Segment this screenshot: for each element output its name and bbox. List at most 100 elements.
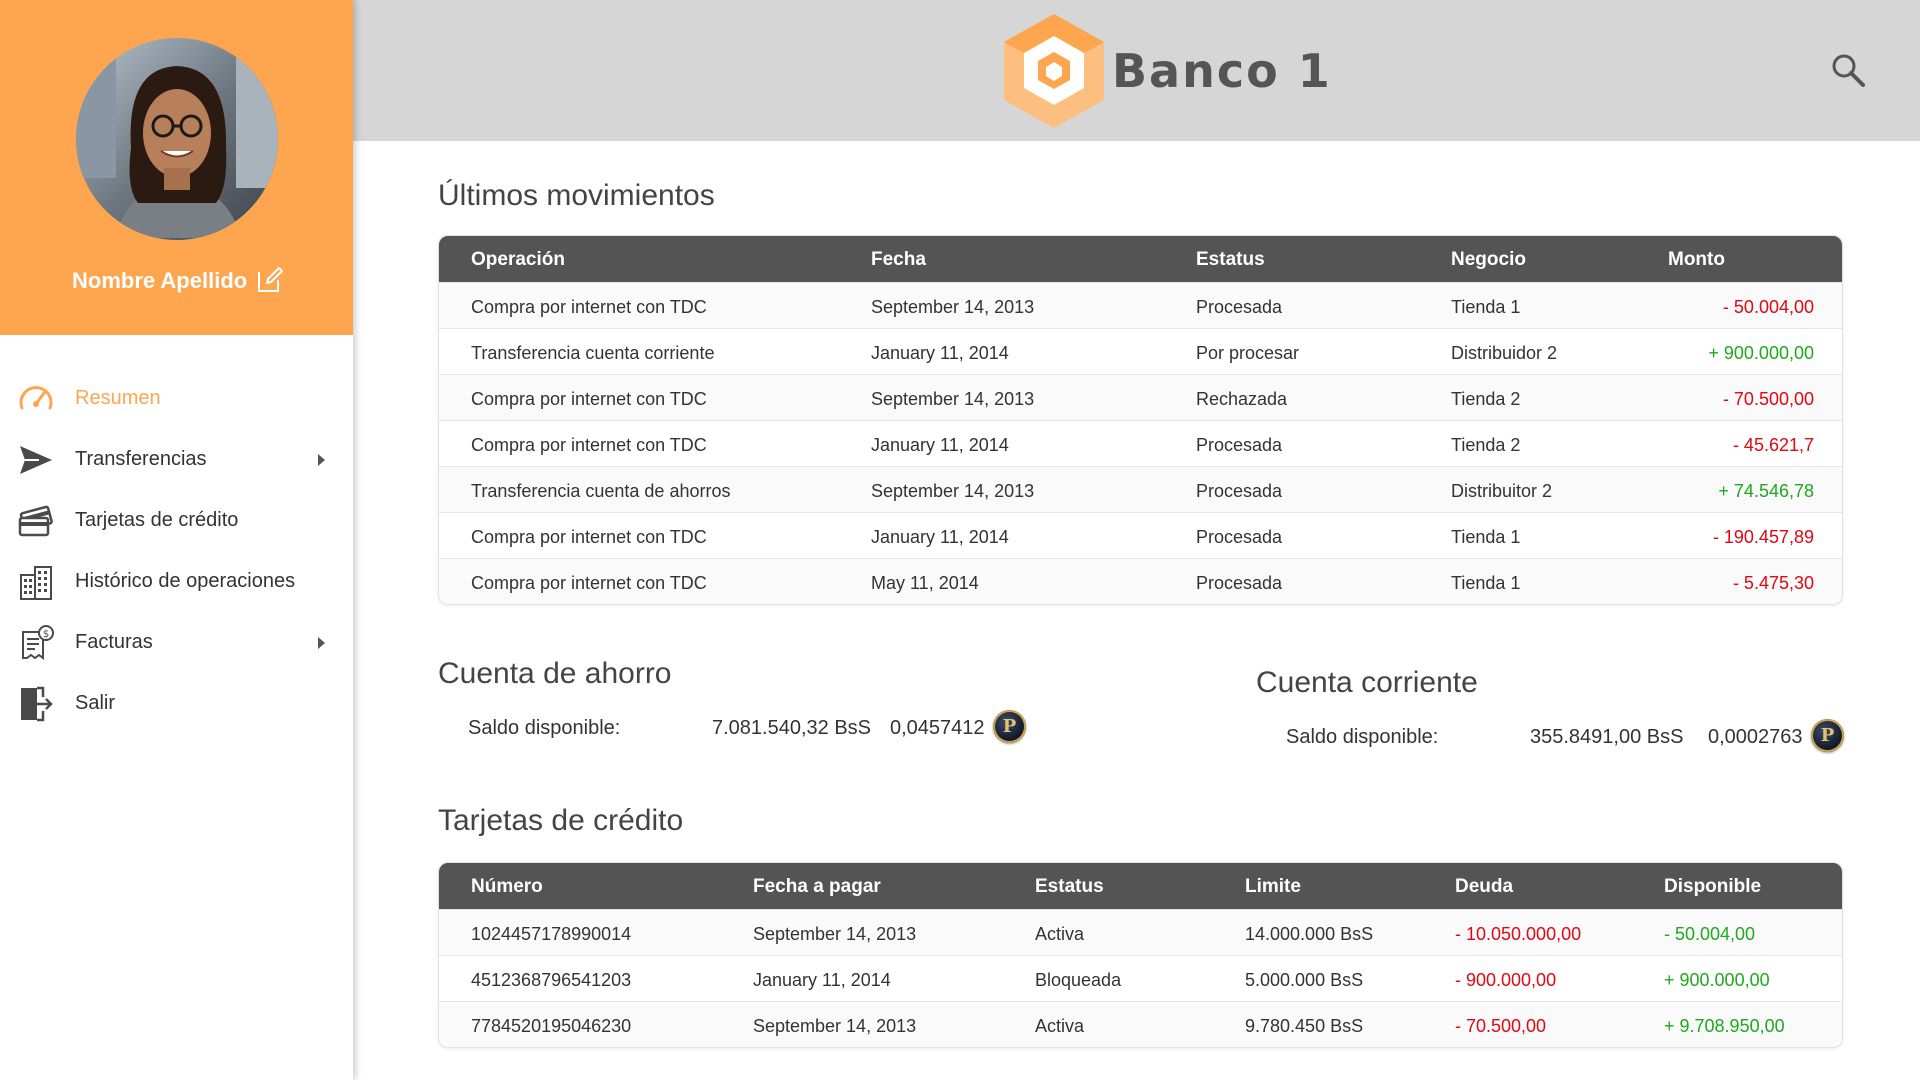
column-header-operacion[interactable]: Operación [471,249,565,271]
svg-text:$: $ [43,629,49,640]
speedometer-icon [16,379,56,419]
brand-logo [998,10,1110,132]
sidebar-item-resumen[interactable]: Resumen [0,368,353,429]
sidebar-item-label: Salir [75,692,116,714]
sidebar-item-label: Transferencias [75,448,207,470]
cell-deuda: - 900.000,00 [1455,970,1557,990]
cell-monto: + 900.000,00 [1708,343,1814,363]
building-history-icon [16,562,56,602]
petro-coin-icon: P [993,710,1026,743]
savings-balance-label: Saldo disponible: [468,717,621,739]
sidebar-item-historico[interactable]: Histórico de operaciones [0,551,353,612]
sidebar-item-salir[interactable]: Salir [0,673,353,734]
column-header-negocio[interactable]: Negocio [1451,249,1526,271]
movements-table: Operación Fecha Estatus Negocio Monto Co… [438,235,1843,605]
table-row[interactable]: 1024457178990014 September 14, 2013 Activa… [439,909,1842,955]
table-row[interactable]: Compra por internet con TDC May 11, 2014 P… [439,558,1842,604]
cell-negocio: Tienda 1 [1451,573,1521,593]
profile-name: Nombre Apellido [72,268,248,293]
table-header: Operación Fecha Estatus Negocio Monto [439,236,1842,282]
cell-estatus: Activa [1035,924,1085,944]
sidebar-menu: Resumen Transferencias Tarjetas de crédi… [0,368,353,734]
sidebar-item-label: Facturas [75,631,153,653]
cell-disponible: + 9.708.950,00 [1664,1016,1785,1036]
table-row[interactable]: Transferencia cuenta corriente January 11… [439,328,1842,374]
cell-operacion: Transferencia cuenta de ahorros [471,481,731,501]
cell-monto: + 74.546,78 [1718,481,1814,501]
cell-numero: 7784520195046230 [471,1016,632,1036]
cell-operacion: Compra por internet con TDC [471,297,707,317]
cell-monto: - 5.475,30 [1732,573,1814,593]
cell-monto: - 50.004,00 [1722,297,1814,317]
sidebar-item-tarjetas[interactable]: Tarjetas de crédito [0,490,353,551]
cell-negocio: Tienda 1 [1451,297,1521,317]
search-icon[interactable] [1830,52,1866,88]
table-row[interactable]: 7784520195046230 September 14, 2013 Activa… [439,1001,1842,1047]
petro-coin-icon: P [1811,719,1844,752]
top-header: Banco 1 [353,0,1920,141]
savings-title: Cuenta de ahorro [438,657,672,690]
cell-negocio: Tienda 2 [1451,435,1521,455]
cell-operacion: Compra por internet con TDC [471,573,707,593]
cell-estatus: Procesada [1196,573,1283,593]
cell-negocio: Distribuitor 2 [1451,481,1553,501]
column-header-estatus[interactable]: Estatus [1035,876,1104,898]
column-header-monto[interactable]: Monto [1668,249,1725,271]
cell-fecha: January 11, 2014 [871,435,1009,455]
cell-fecha: January 11, 2014 [871,343,1009,363]
table-row[interactable]: 4512368796541203 January 11, 2014 Bloquead… [439,955,1842,1001]
column-header-estatus[interactable]: Estatus [1196,249,1265,271]
movements-title: Últimos movimientos [438,179,715,212]
sidebar-item-transferencias[interactable]: Transferencias [0,429,353,490]
column-header-limite[interactable]: Limite [1245,876,1301,898]
cell-numero: 4512368796541203 [471,970,632,990]
column-header-disponible[interactable]: Disponible [1664,876,1761,898]
cell-deuda: - 10.050.000,00 [1455,924,1582,944]
column-header-fecha[interactable]: Fecha [871,249,926,271]
table-row[interactable]: Transferencia cuenta de ahorros September… [439,466,1842,512]
table-row[interactable]: Compra por internet con TDC January 11, 2… [439,420,1842,466]
cell-negocio: Distribuidor 2 [1451,343,1558,363]
sidebar-item-facturas[interactable]: $ Facturas [0,612,353,673]
cards-title: Tarjetas de crédito [438,804,684,837]
table-row[interactable]: Compra por internet con TDC September 14,… [439,374,1842,420]
cell-fecha: September 14, 2013 [871,297,1035,317]
cards-table: Número Fecha a pagar Estatus Limite Deud… [438,862,1843,1048]
column-header-fecha-pagar[interactable]: Fecha a pagar [753,876,881,898]
cell-operacion: Compra por internet con TDC [471,435,707,455]
edit-icon[interactable] [256,266,284,294]
cell-numero: 1024457178990014 [471,924,632,944]
checking-balance-amount: 355.8491,00 BsS [1530,726,1684,748]
sidebar-item-label: Tarjetas de crédito [75,509,239,531]
cell-estatus: Procesada [1196,435,1283,455]
cell-monto: - 190.457,89 [1712,527,1814,547]
savings-crypto-amount: 0,0457412 [890,717,985,739]
cell-operacion: Compra por internet con TDC [471,527,707,547]
checking-balance-label: Saldo disponible: [1286,726,1439,748]
column-header-deuda[interactable]: Deuda [1455,876,1513,898]
cell-monto: - 45.621,7 [1732,435,1814,455]
cell-monto: - 70.500,00 [1722,389,1814,409]
table-row[interactable]: Compra por internet con TDC January 11, 2… [439,512,1842,558]
cell-disponible: - 50.004,00 [1664,924,1756,944]
avatar[interactable] [76,38,278,240]
sidebar: Nombre Apellido Resumen Transferencias T… [0,0,353,1080]
cell-fecha-pagar: September 14, 2013 [753,924,917,944]
cell-limite: 5.000.000 BsS [1245,970,1364,990]
logout-icon [16,684,56,724]
send-icon [16,440,56,480]
checking-title: Cuenta corriente [1256,666,1478,699]
table-row[interactable]: Compra por internet con TDC September 14,… [439,282,1842,328]
cell-operacion: Transferencia cuenta corriente [471,343,715,363]
invoice-icon: $ [16,623,56,663]
cell-limite: 14.000.000 BsS [1245,924,1374,944]
cell-fecha: September 14, 2013 [871,389,1035,409]
table-body: Compra por internet con TDC September 14,… [439,282,1842,604]
main-content: Últimos movimientos Operación Fecha Esta… [353,141,1920,1080]
cell-fecha-pagar: September 14, 2013 [753,1016,917,1036]
chevron-right-icon [318,636,325,649]
cell-estatus: Por procesar [1196,343,1300,363]
column-header-numero[interactable]: Número [471,876,543,898]
chevron-right-icon [318,453,325,466]
profile-panel: Nombre Apellido [0,0,353,335]
